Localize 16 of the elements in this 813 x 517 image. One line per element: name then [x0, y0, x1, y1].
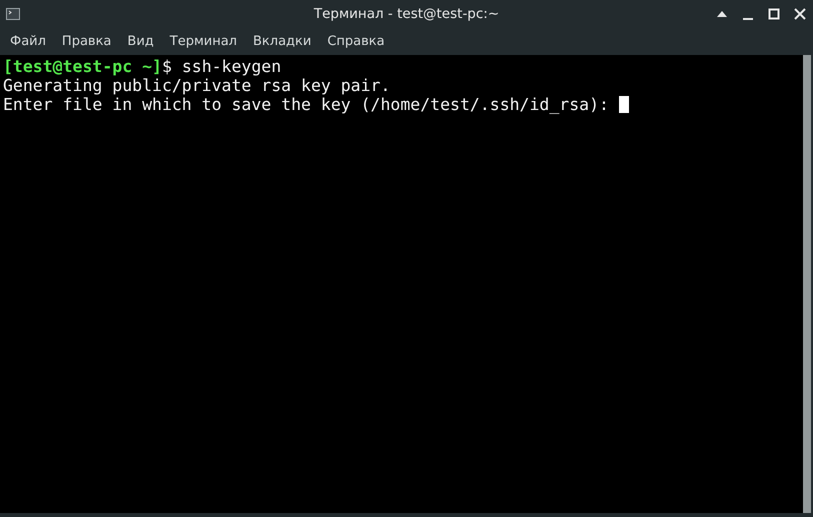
- terminal-text: Enter file in which to save the key (/home/test/.ssh/id_rsa):: [3, 95, 610, 114]
- menu-item[interactable]: Терминал: [162, 34, 245, 49]
- close-button[interactable]: [792, 6, 808, 22]
- window-title: Терминал - test@test-pc:~: [314, 6, 500, 22]
- terminal-icon: [6, 8, 20, 20]
- terminal-text: Generating public/private rsa key pair.: [3, 76, 390, 95]
- scrollbar[interactable]: [803, 55, 811, 513]
- menu-item[interactable]: Правка: [54, 34, 120, 49]
- menu-item[interactable]: Вкладки: [245, 34, 320, 49]
- menu-item[interactable]: Справка: [319, 34, 393, 49]
- maximize-button[interactable]: [766, 6, 782, 22]
- shell-prompt: [test@test-pc ~]: [3, 57, 162, 76]
- terminal-area[interactable]: [test@test-pc ~]$ ssh-keygen Generating public/private rsa key pair. Enter file in which to save the key (/home/test/.ssh/id_rsa):: [0, 55, 803, 513]
- menu-item[interactable]: Файл: [2, 34, 54, 49]
- menu-item[interactable]: Вид: [119, 34, 162, 49]
- terminal-text: $ ssh-keygen: [162, 57, 282, 76]
